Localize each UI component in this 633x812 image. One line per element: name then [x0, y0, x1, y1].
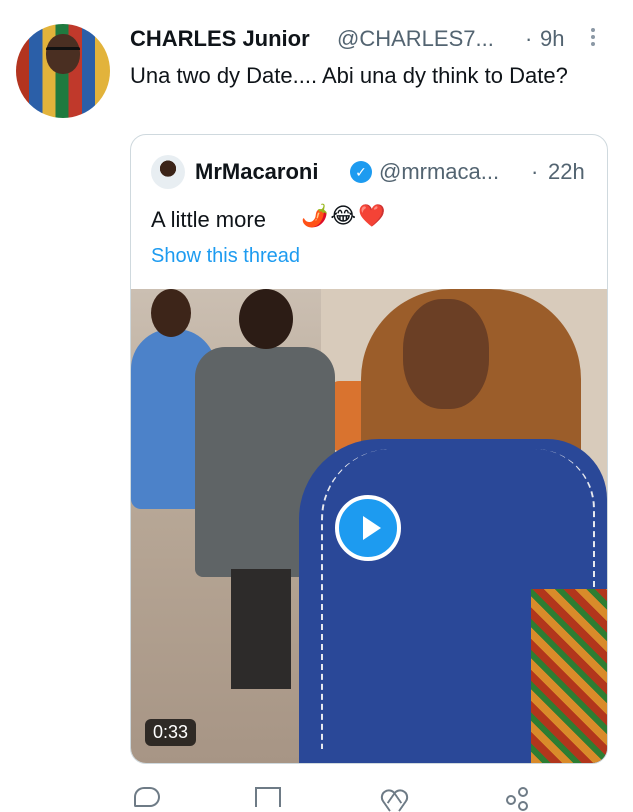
avatar-glasses — [46, 47, 80, 58]
time-separator: · — [525, 26, 533, 51]
video-kente-cloth — [531, 589, 607, 763]
play-icon — [363, 516, 381, 540]
quoted-tweet-time[interactable]: 22h — [548, 159, 585, 185]
share-icon[interactable] — [506, 787, 532, 811]
author-name[interactable]: CHARLES Junior — [130, 26, 310, 52]
video-person-middle-head — [239, 289, 293, 349]
quoted-author-name[interactable]: MrMacaroni — [195, 159, 318, 185]
tweet-time[interactable]: 9h — [540, 26, 564, 52]
quoted-tweet-card[interactable]: MrMacaroni ✓ @mrmaca... · 22h A little m… — [130, 134, 608, 764]
quoted-tweet-emoji: 🌶️😂❤️ — [301, 203, 388, 228]
video-duration: 0:33 — [145, 719, 197, 746]
author-avatar[interactable] — [16, 24, 110, 118]
quoted-author-handle[interactable]: @mrmaca... — [379, 159, 499, 185]
video-person-left-head — [151, 289, 191, 337]
video-woman-face — [403, 299, 489, 409]
quoted-author-avatar[interactable] — [151, 155, 185, 189]
verified-badge-icon: ✓ — [350, 161, 372, 183]
video-person-middle-legs — [231, 569, 291, 689]
show-thread-link[interactable]: Show this thread — [151, 245, 300, 268]
author-handle[interactable]: @CHARLES7... — [337, 26, 494, 52]
play-button[interactable] — [335, 495, 401, 561]
quoted-tweet-text: A little more — [151, 207, 266, 232]
video-player[interactable]: 0:33 — [131, 289, 607, 763]
tweet-text: Una two dy Date.... Abi una dy think to … — [130, 63, 568, 88]
more-options-icon[interactable] — [588, 26, 598, 50]
like-icon[interactable] — [381, 787, 407, 807]
quoted-time-separator: · — [531, 159, 539, 184]
retweet-icon[interactable] — [255, 787, 281, 807]
reply-icon[interactable] — [134, 787, 160, 807]
